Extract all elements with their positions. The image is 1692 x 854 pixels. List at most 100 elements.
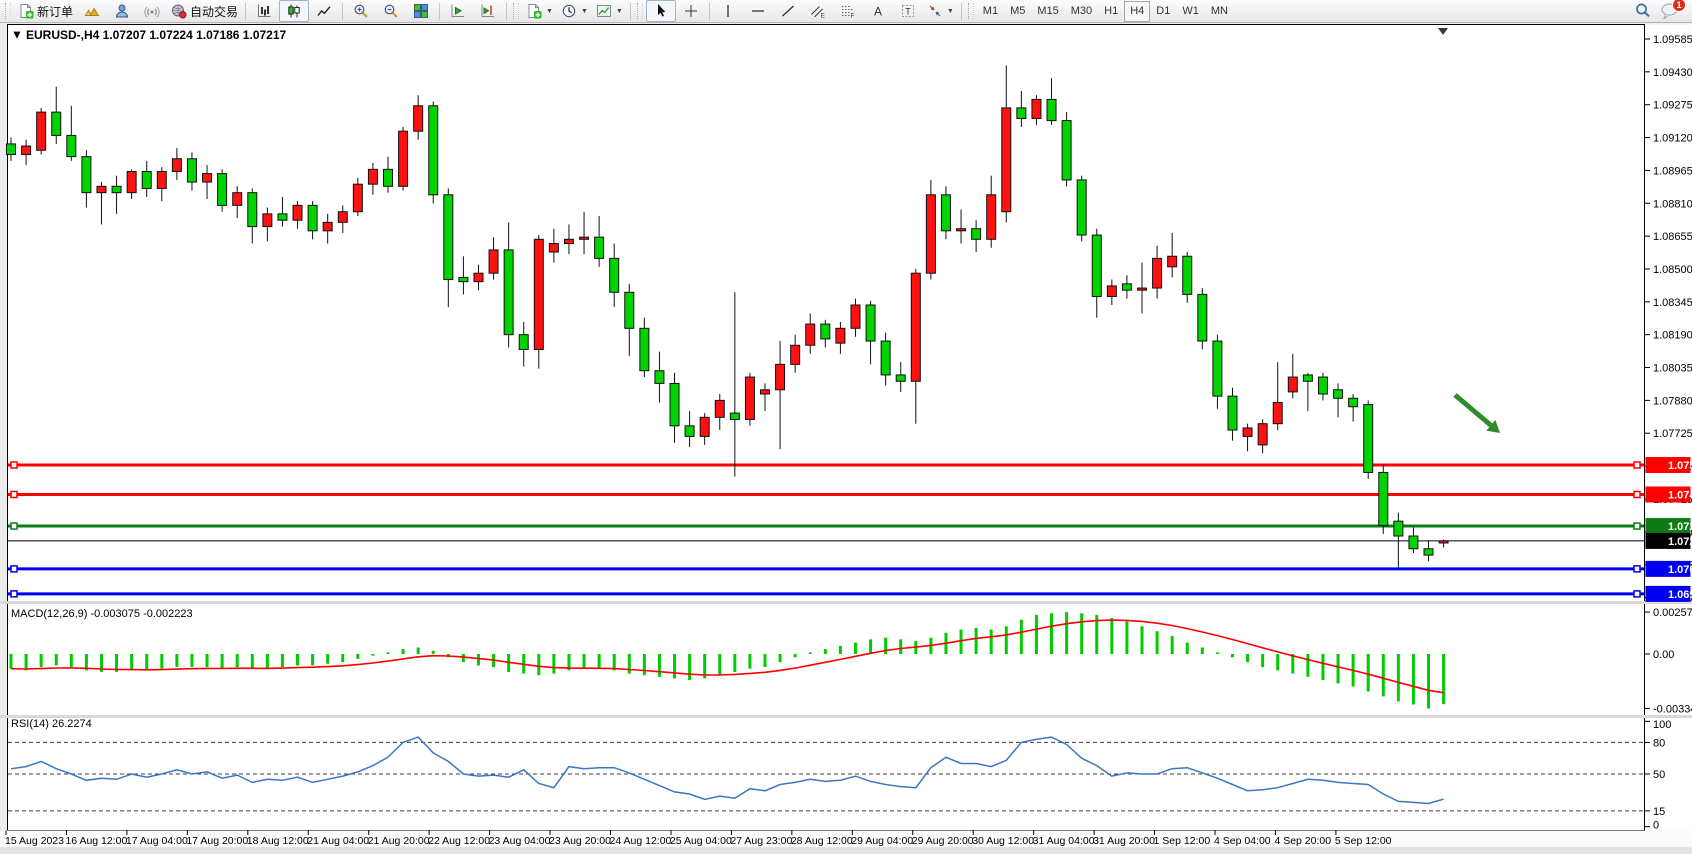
- autotrading-button-label: 自动交易: [190, 3, 238, 20]
- line-chart-button[interactable]: [309, 0, 339, 22]
- time-label: 21 Aug 04:00: [307, 835, 369, 847]
- macd-bar: [40, 654, 43, 667]
- timeframe-w1-button[interactable]: W1: [1176, 1, 1205, 22]
- zoom-out-button[interactable]: [376, 0, 406, 22]
- support-line-green-handle[interactable]: [1634, 523, 1640, 529]
- timeframe-h4-button[interactable]: H4: [1124, 1, 1150, 22]
- new-order-button[interactable]: 新订单: [14, 0, 77, 22]
- time-label: 16 Aug 12:00: [65, 835, 127, 847]
- support-line-blue-1-handle[interactable]: [1634, 566, 1640, 572]
- macd-bar: [673, 654, 676, 678]
- support-line-blue-2-handle[interactable]: [1634, 591, 1640, 597]
- candle-body: [941, 195, 950, 231]
- resistance-line-2-handle[interactable]: [11, 491, 17, 497]
- market-watch-icon[interactable]: [107, 0, 137, 22]
- templates-button[interactable]: ▼: [592, 0, 627, 22]
- symbol-menu-icon[interactable]: ▼: [11, 28, 23, 42]
- time-label: 18 Aug 12:00: [247, 835, 309, 847]
- label-button[interactable]: T: [893, 0, 923, 22]
- macd-bar: [1321, 654, 1324, 680]
- timeframe-mn-button[interactable]: MN: [1205, 1, 1234, 22]
- resistance-line-2-handle[interactable]: [1634, 491, 1640, 497]
- macd-bar: [175, 654, 178, 667]
- text-t-icon: T: [900, 3, 916, 19]
- panel-divider[interactable]: [0, 715, 1692, 718]
- cursor-button[interactable]: [646, 0, 676, 22]
- new-chart-button[interactable]: ▼: [522, 0, 557, 22]
- candle-body: [203, 174, 212, 182]
- macd-tick-label: -0.003344: [1653, 704, 1692, 716]
- candle-body: [1198, 294, 1207, 341]
- timeframe-m15-button[interactable]: M15: [1031, 1, 1064, 22]
- autoscroll-icon: [450, 3, 466, 19]
- auto-scroll-button[interactable]: [443, 0, 473, 22]
- candle-body: [610, 258, 619, 292]
- candle-body: [896, 375, 905, 381]
- macd-bar: [477, 654, 480, 665]
- zoom-in-button[interactable]: [346, 0, 376, 22]
- time-label: 23 Aug 04:00: [489, 835, 551, 847]
- candle-body: [248, 193, 257, 227]
- candlestick-chart-button[interactable]: [279, 0, 309, 22]
- candle-body: [534, 239, 543, 349]
- candle-body: [549, 244, 558, 252]
- time-label: 4 Sep 04:00: [1214, 835, 1271, 847]
- candles-icon: [286, 3, 302, 19]
- signals-icon[interactable]: [137, 0, 167, 22]
- candle-body: [715, 400, 724, 417]
- macd-bar: [1156, 631, 1159, 654]
- candle-body: [625, 292, 634, 328]
- support-line-blue-2-handle[interactable]: [11, 591, 17, 597]
- support-line-blue-1-handle[interactable]: [11, 566, 17, 572]
- time-label: 31 Aug 04:00: [1033, 835, 1095, 847]
- main-chart-panel[interactable]: [8, 25, 1645, 602]
- candle-body: [308, 205, 317, 230]
- text-a-icon: A: [870, 3, 886, 19]
- text-button[interactable]: A: [863, 0, 893, 22]
- zoom-out-icon: [383, 3, 399, 19]
- price-tick-label: 1.08810: [1653, 198, 1692, 210]
- zoom-in-icon: [353, 3, 369, 19]
- channel-button[interactable]: E: [803, 0, 833, 22]
- candle-body: [1288, 377, 1297, 392]
- toolbar-separator: [630, 3, 631, 20]
- resistance-line-1-handle[interactable]: [11, 462, 17, 468]
- resistance-line-1-handle[interactable]: [1634, 462, 1640, 468]
- periods-button[interactable]: ▼: [557, 0, 592, 22]
- support-line-green-handle[interactable]: [11, 523, 17, 529]
- candle-body: [972, 229, 981, 240]
- arrows-button[interactable]: ▼: [923, 0, 958, 22]
- candle-body: [1002, 108, 1011, 212]
- macd-bar: [779, 654, 782, 662]
- timeframe-m5-button[interactable]: M5: [1004, 1, 1031, 22]
- chart-canvas[interactable]: 1.095851.094301.092751.091201.089651.088…: [0, 23, 1692, 854]
- panel-divider[interactable]: [0, 601, 1692, 604]
- candle-body: [293, 205, 302, 220]
- bottom-strip: [0, 847, 1692, 854]
- macd-bar: [1080, 613, 1083, 654]
- crosshair-button[interactable]: [676, 0, 706, 22]
- timeframe-m1-button[interactable]: M1: [977, 1, 1004, 22]
- trendline-button[interactable]: [773, 0, 803, 22]
- vertical-line-button[interactable]: [713, 0, 743, 22]
- bar-chart-button[interactable]: [249, 0, 279, 22]
- fibonacci-button[interactable]: F: [833, 0, 863, 22]
- search-icon[interactable]: [1634, 2, 1652, 20]
- autotrading-button[interactable]: 自动交易: [167, 0, 242, 22]
- tile-windows-button[interactable]: [406, 0, 436, 22]
- current-price-line-price-text: 1.07217: [1668, 536, 1692, 548]
- timeframe-m30-button[interactable]: M30: [1065, 1, 1098, 22]
- timeframe-d1-button[interactable]: D1: [1150, 1, 1176, 22]
- macd-bar: [1246, 654, 1249, 662]
- gold-icon: [84, 3, 100, 19]
- horizontal-line-button[interactable]: [743, 0, 773, 22]
- macd-tick-label: 0.00: [1653, 649, 1674, 661]
- chart-shift-button[interactable]: [473, 0, 503, 22]
- candle-body: [142, 171, 151, 188]
- chat-icon[interactable]: 1: [1660, 2, 1680, 20]
- time-label: 1 Sep 12:00: [1154, 835, 1211, 847]
- timeframe-h1-button[interactable]: H1: [1098, 1, 1124, 22]
- notification-badge: 1: [1672, 0, 1686, 12]
- candle-body: [1228, 396, 1237, 430]
- chart-window-icon[interactable]: [77, 0, 107, 22]
